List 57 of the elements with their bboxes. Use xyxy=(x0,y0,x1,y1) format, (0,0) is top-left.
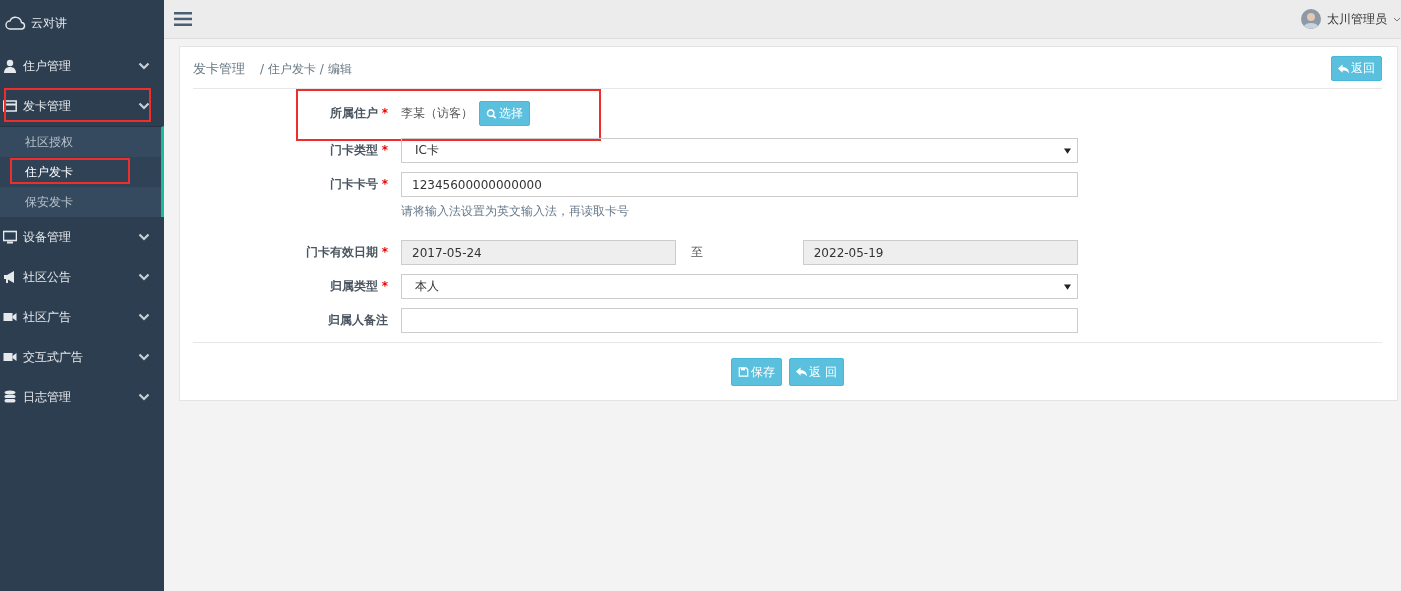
field-label: 门卡卡号 xyxy=(329,177,378,191)
reply-icon xyxy=(1338,63,1349,74)
required-mark: * xyxy=(381,106,388,120)
chevron-down-icon xyxy=(138,273,150,281)
date-field[interactable]: 2022-05-19 xyxy=(802,240,1078,265)
sidebar-item[interactable]: 日志管理 xyxy=(0,377,164,417)
caret-icon[interactable] xyxy=(1393,16,1401,22)
search-icon xyxy=(486,108,497,119)
brand-name: 云对讲 xyxy=(31,14,67,32)
submenu-item[interactable]: 社区授权 xyxy=(0,127,161,157)
field-label: 归属类型 xyxy=(329,279,378,293)
field-label: 门卡类型 xyxy=(329,143,378,157)
required-mark: * xyxy=(381,143,388,157)
sidebar-item[interactable]: 发卡管理 xyxy=(0,86,164,126)
select-field[interactable]: 本人 xyxy=(401,274,1078,299)
reply-icon xyxy=(796,367,808,377)
sidebar-item[interactable]: 交互式广告 xyxy=(0,337,164,377)
monitor-icon xyxy=(3,230,17,244)
field-label: 所属住户 xyxy=(329,106,378,120)
chevron-down-icon xyxy=(138,313,150,321)
select-field[interactable]: IC卡 xyxy=(401,138,1078,163)
input-field[interactable]: 12345600000000000 xyxy=(401,172,1078,197)
database-icon xyxy=(3,390,17,404)
chevron-down-icon xyxy=(138,353,150,361)
required-mark: * xyxy=(381,177,388,191)
save-icon xyxy=(738,367,750,377)
range-separator: 至 xyxy=(690,244,705,261)
field-label: 门卡有效日期 xyxy=(305,245,378,259)
chevron-down-icon xyxy=(138,102,150,110)
resident-value: 李某（访客） xyxy=(401,105,473,122)
dropdown-arrow-icon xyxy=(1064,283,1071,290)
sidebar-item[interactable]: 住户管理 xyxy=(0,46,164,86)
user-name[interactable]: 太川管理员 xyxy=(1327,10,1387,28)
required-mark: * xyxy=(381,245,388,259)
sidebar-item[interactable]: 社区公告 xyxy=(0,257,164,297)
breadcrumb-path: / 住户发卡 / 编辑 xyxy=(260,61,352,76)
cloud-logo-icon xyxy=(5,15,27,31)
field-label: 归属人备注 xyxy=(328,313,388,327)
video-camera-icon xyxy=(3,350,17,364)
card-icon xyxy=(3,99,17,113)
chevron-down-icon xyxy=(138,393,150,401)
menu-icon[interactable] xyxy=(174,12,192,26)
date-field[interactable]: 2017-05-24 xyxy=(401,240,677,265)
sidebar-item[interactable]: 社区广告 xyxy=(0,297,164,337)
sidebar-item[interactable]: 设备管理 xyxy=(0,217,164,257)
video-camera-icon xyxy=(3,310,17,324)
megaphone-icon xyxy=(3,270,17,284)
avatar-icon xyxy=(1301,9,1321,29)
user-icon xyxy=(3,59,17,73)
input-field[interactable] xyxy=(401,308,1078,333)
submenu-item[interactable]: 保安发卡 xyxy=(0,187,161,217)
chevron-down-icon xyxy=(138,233,150,241)
dropdown-arrow-icon xyxy=(1064,147,1071,154)
chevron-down-icon xyxy=(138,62,150,70)
required-mark: * xyxy=(381,279,388,293)
breadcrumb-title[interactable]: 发卡管理 xyxy=(193,60,245,76)
hint-text: 请将输入法设置为英文输入法，再读取卡号 xyxy=(401,203,630,220)
